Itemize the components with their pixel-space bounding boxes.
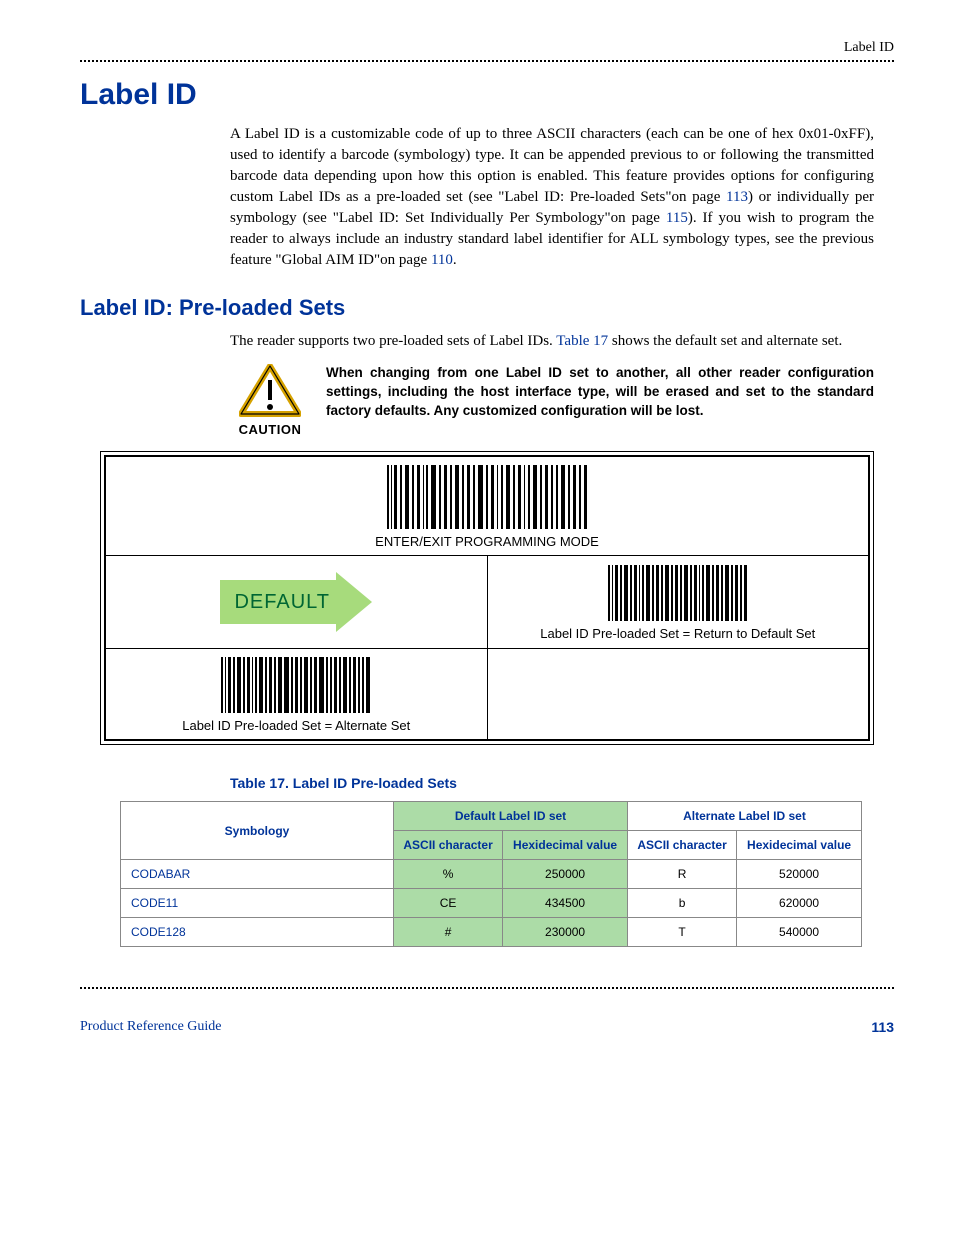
th-default-hex: Hexidecimal value <box>503 831 628 860</box>
heading-preloaded-sets: Label ID: Pre-loaded Sets <box>80 295 894 321</box>
th-alt-ascii: ASCII character <box>627 831 736 860</box>
cell-d-hex: 230000 <box>503 918 628 947</box>
caution-icon-column: CAUTION <box>230 364 310 437</box>
caution-text: When changing from one Label ID set to a… <box>326 364 874 421</box>
footer: Product Reference Guide 113 <box>80 1019 894 1035</box>
cell-default: DEFAULT <box>106 556 488 649</box>
cell-d-ascii: # <box>394 918 503 947</box>
link-page-110[interactable]: 110 <box>431 252 453 268</box>
caution-triangle-icon <box>239 364 301 418</box>
text: The reader supports two pre-loaded sets … <box>230 333 556 349</box>
caption-enter-exit: ENTER/EXIT PROGRAMMING MODE <box>112 534 862 549</box>
heading-label-id: Label ID <box>80 78 894 112</box>
barcode-alternate <box>221 657 371 713</box>
cell-d-ascii: CE <box>394 889 503 918</box>
link-page-113[interactable]: 113 <box>726 189 748 205</box>
header-right: Label ID <box>80 40 894 56</box>
table-header-row-1: Symbology Default Label ID set Alternate… <box>121 802 862 831</box>
caution-block: CAUTION When changing from one Label ID … <box>230 364 874 437</box>
paragraph-intro: A Label ID is a customizable code of up … <box>230 124 874 271</box>
cell-alternate: Label ID Pre-loaded Set = Alternate Set <box>106 649 488 740</box>
footer-guide: Product Reference Guide <box>80 1019 222 1035</box>
caution-label: CAUTION <box>239 422 302 437</box>
divider-top <box>80 60 894 62</box>
link-table-17[interactable]: Table 17 <box>556 333 608 349</box>
cell-d-hex: 250000 <box>503 860 628 889</box>
table-title: Table 17. Label ID Pre-loaded Sets <box>230 775 894 791</box>
table-row: CODE128 # 230000 T 540000 <box>121 918 862 947</box>
divider-bottom <box>80 987 894 989</box>
cell-a-ascii: b <box>627 889 736 918</box>
cell-d-ascii: % <box>394 860 503 889</box>
paragraph-preloaded: The reader supports two pre-loaded sets … <box>230 331 874 352</box>
caption-return-default: Label ID Pre-loaded Set = Return to Defa… <box>494 626 863 641</box>
th-symbology: Symbology <box>121 802 394 860</box>
table-preloaded-sets: Symbology Default Label ID set Alternate… <box>120 801 862 947</box>
cell-symbology: CODE128 <box>121 918 394 947</box>
default-label: DEFAULT <box>220 580 336 624</box>
cell-return-default: Label ID Pre-loaded Set = Return to Defa… <box>487 556 869 649</box>
text: shows the default set and alternate set. <box>608 333 842 349</box>
th-alternate-set: Alternate Label ID set <box>627 802 861 831</box>
caption-alternate: Label ID Pre-loaded Set = Alternate Set <box>112 718 481 733</box>
text: . <box>453 252 457 268</box>
default-arrow-icon: DEFAULT <box>220 580 372 624</box>
th-default-ascii: ASCII character <box>394 831 503 860</box>
footer-page: 113 <box>871 1019 894 1035</box>
barcode-return-default <box>608 565 748 621</box>
cell-a-ascii: T <box>627 918 736 947</box>
barcode-panel: ENTER/EXIT PROGRAMMING MODE DEFAULT <box>100 451 874 745</box>
cell-empty <box>487 649 869 740</box>
cell-symbology: CODABAR <box>121 860 394 889</box>
cell-a-ascii: R <box>627 860 736 889</box>
table-row: CODABAR % 250000 R 520000 <box>121 860 862 889</box>
barcode-enter-exit <box>387 465 587 529</box>
cell-a-hex: 520000 <box>737 860 862 889</box>
cell-symbology: CODE11 <box>121 889 394 918</box>
cell-a-hex: 540000 <box>737 918 862 947</box>
table-row: CODE11 CE 434500 b 620000 <box>121 889 862 918</box>
th-alt-hex: Hexidecimal value <box>737 831 862 860</box>
th-default-set: Default Label ID set <box>394 802 628 831</box>
cell-d-hex: 434500 <box>503 889 628 918</box>
cell-enter-exit: ENTER/EXIT PROGRAMMING MODE <box>106 457 869 556</box>
cell-a-hex: 620000 <box>737 889 862 918</box>
link-page-115[interactable]: 115 <box>666 210 688 226</box>
